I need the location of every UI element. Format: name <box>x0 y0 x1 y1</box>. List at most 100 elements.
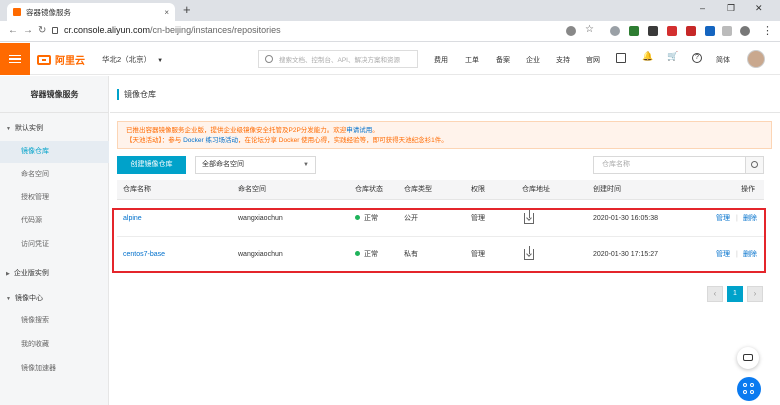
extension-dark-icon[interactable] <box>648 26 658 36</box>
apps-dot-icon <box>743 383 747 387</box>
notice-banner: 已推出容器镜像服务企业版，提供企业级镜像安全托管及P2P分发能力。欢迎申请试用。… <box>117 121 772 149</box>
avatar[interactable] <box>747 50 765 68</box>
nav-enterprise[interactable]: 企业 <box>526 55 540 65</box>
nav-website[interactable]: 官网 <box>586 55 600 65</box>
caret-down-icon: ▼ <box>6 296 11 302</box>
chevron-down-icon: ▼ <box>157 58 164 64</box>
column-header: 仓库地址 <box>522 186 550 193</box>
create-repository-button[interactable]: 创建镜像仓库 <box>117 156 186 174</box>
title-accent-bar <box>117 89 119 100</box>
apps-float-button[interactable] <box>737 377 761 401</box>
url-field[interactable]: cr.console.aliyun.com/cn-beijing/instanc… <box>64 25 281 35</box>
region-label: 华北2（北京） <box>102 55 152 64</box>
pdf-extension-icon[interactable] <box>667 26 677 36</box>
window-minimize-button[interactable]: – <box>700 3 705 13</box>
address-bar: ← → ↻ cr.console.aliyun.com/cn-beijing/i… <box>0 21 780 42</box>
sidebar-item-favorites[interactable]: 我的收藏 <box>0 334 109 356</box>
pager-prev-button[interactable]: ‹ <box>707 286 723 302</box>
sidebar-group-enterprise-instance[interactable]: ▶ 企业版实例 <box>6 268 49 278</box>
notice-line-2: 【天池活动】：参与 Docker 练习场活动，在论坛分享 Docker 使用心得… <box>126 136 763 146</box>
apply-trial-link[interactable]: 申请试用 <box>346 127 372 134</box>
pager-current-page[interactable]: 1 <box>727 286 743 302</box>
sidebar-item-namespaces[interactable]: 命名空间 <box>0 164 109 186</box>
region-selector[interactable]: 华北2（北京） ▼ <box>102 54 163 65</box>
menu-hamburger-icon[interactable] <box>0 43 30 75</box>
url-path: /cn-beijing/instances/repositories <box>150 25 281 35</box>
repository-search-button[interactable] <box>746 156 764 174</box>
aliyun-logo[interactable]: 阿里云 <box>37 52 85 67</box>
cloud-extension-icon[interactable] <box>610 26 620 36</box>
notice-text: 【天池活动】：参与 <box>126 137 184 144</box>
namespace-select[interactable]: 全部命名空间 ▼ <box>195 156 316 174</box>
chevron-down-icon: ▼ <box>303 162 309 168</box>
nav-billing[interactable]: 费用 <box>434 55 448 65</box>
sidebar-group-label: 默认实例 <box>14 125 43 132</box>
pager-next-button[interactable]: › <box>747 286 763 302</box>
repository-search-input[interactable]: 仓库名称 <box>593 156 746 174</box>
browser-menu-icon[interactable]: ⋮ <box>762 24 773 37</box>
console-header: 阿里云 华北2（北京） ▼ 搜索文档、控制台、API、解决方案和资源 费用 工单 … <box>0 43 780 75</box>
extension-green-icon[interactable] <box>629 26 639 36</box>
tab-title: 容器镜像服务 <box>26 7 71 17</box>
docker-activity-link[interactable]: Docker 练习场活动 <box>183 137 238 144</box>
sidebar-item-image-search[interactable]: 镜像搜索 <box>0 310 109 332</box>
chat-icon <box>743 354 753 361</box>
sidebar-item-accelerator[interactable]: 镜像加速器 <box>0 358 109 380</box>
profile-icon[interactable] <box>740 26 750 36</box>
sidebar-group-label: 企业版实例 <box>13 270 49 277</box>
apps-dot-icon <box>750 383 754 387</box>
sidebar-group-image-center[interactable]: ▼ 镜像中心 <box>6 293 43 303</box>
highlight-annotation-box <box>112 208 766 273</box>
translate-icon[interactable] <box>566 26 576 36</box>
namespace-select-value: 全部命名空间 <box>202 161 244 168</box>
reload-button[interactable]: ↻ <box>38 25 46 36</box>
column-header: 操作 <box>741 186 755 193</box>
search-icon <box>265 55 273 63</box>
table-header: 仓库名称 命名空间 仓库状态 仓库类型 权限 仓库地址 创建时间 操作 <box>117 180 764 200</box>
sidebar-item-code-source[interactable]: 代码源 <box>0 210 109 232</box>
nav-support[interactable]: 支持 <box>556 55 570 65</box>
column-header: 仓库状态 <box>355 186 383 193</box>
sidebar: 容器镜像服务 ▼ 默认实例 镜像仓库 命名空间 授权管理 代码源 访问凭证 ▶ 企业… <box>0 76 109 405</box>
logo-text: 阿里云 <box>55 56 85 67</box>
sidebar-group-label: 镜像中心 <box>14 295 43 302</box>
new-tab-button[interactable]: + <box>183 2 191 17</box>
window-close-button[interactable]: ✕ <box>755 3 763 14</box>
tab-close-icon[interactable]: × <box>164 8 169 17</box>
notice-text: ，在论坛分享 Docker 使用心得，实践经验等，即可获得天池纪念衫1件。 <box>237 137 448 144</box>
notice-text: 。 <box>372 127 379 134</box>
sidebar-item-access-credential[interactable]: 访问凭证 <box>0 234 109 256</box>
notice-line-1: 已推出容器镜像服务企业版，提供企业级镜像安全托管及P2P分发能力。欢迎申请试用。 <box>126 126 763 136</box>
sidebar-item-authorization[interactable]: 授权管理 <box>0 187 109 209</box>
notice-text: 已推出容器镜像服务企业版，提供企业级镜像安全托管及P2P分发能力。欢迎 <box>126 127 347 134</box>
url-host: cr.console.aliyun.com <box>64 25 151 35</box>
terminal-icon[interactable] <box>616 53 626 63</box>
extension-puzzle-icon[interactable] <box>722 26 732 36</box>
bookmark-star-icon[interactable]: ☆ <box>585 24 595 35</box>
extension-blue-icon[interactable] <box>705 26 715 36</box>
forward-button[interactable]: → <box>23 25 33 36</box>
browser-tab-bar: 容器镜像服务 × + – ❐ ✕ <box>0 0 780 21</box>
column-header: 创建时间 <box>593 186 621 193</box>
nav-ticket[interactable]: 工单 <box>465 55 479 65</box>
cart-icon[interactable]: 🛒 <box>667 51 678 61</box>
column-header: 仓库名称 <box>123 186 151 193</box>
sidebar-item-repositories[interactable]: 镜像仓库 <box>0 141 109 163</box>
search-icon <box>751 161 758 168</box>
help-icon[interactable]: ? <box>692 53 702 63</box>
lock-icon[interactable] <box>52 27 58 34</box>
browser-tab[interactable]: 容器镜像服务 × <box>7 3 175 21</box>
nav-icp[interactable]: 备案 <box>496 55 510 65</box>
extension-red-icon[interactable] <box>686 26 696 36</box>
language-switch[interactable]: 简体 <box>716 55 730 65</box>
back-button[interactable]: ← <box>8 25 18 36</box>
aliyun-favicon-icon <box>13 8 21 16</box>
column-header: 命名空间 <box>238 186 266 193</box>
column-header: 仓库类型 <box>404 186 432 193</box>
window-maximize-button[interactable]: ❐ <box>727 3 735 14</box>
column-header: 权限 <box>471 186 485 193</box>
console-search-input[interactable]: 搜索文档、控制台、API、解决方案和资源 <box>258 50 418 68</box>
bell-icon[interactable]: 🔔 <box>642 51 653 61</box>
chat-float-button[interactable] <box>737 347 759 369</box>
sidebar-group-default-instance[interactable]: ▼ 默认实例 <box>6 123 43 133</box>
